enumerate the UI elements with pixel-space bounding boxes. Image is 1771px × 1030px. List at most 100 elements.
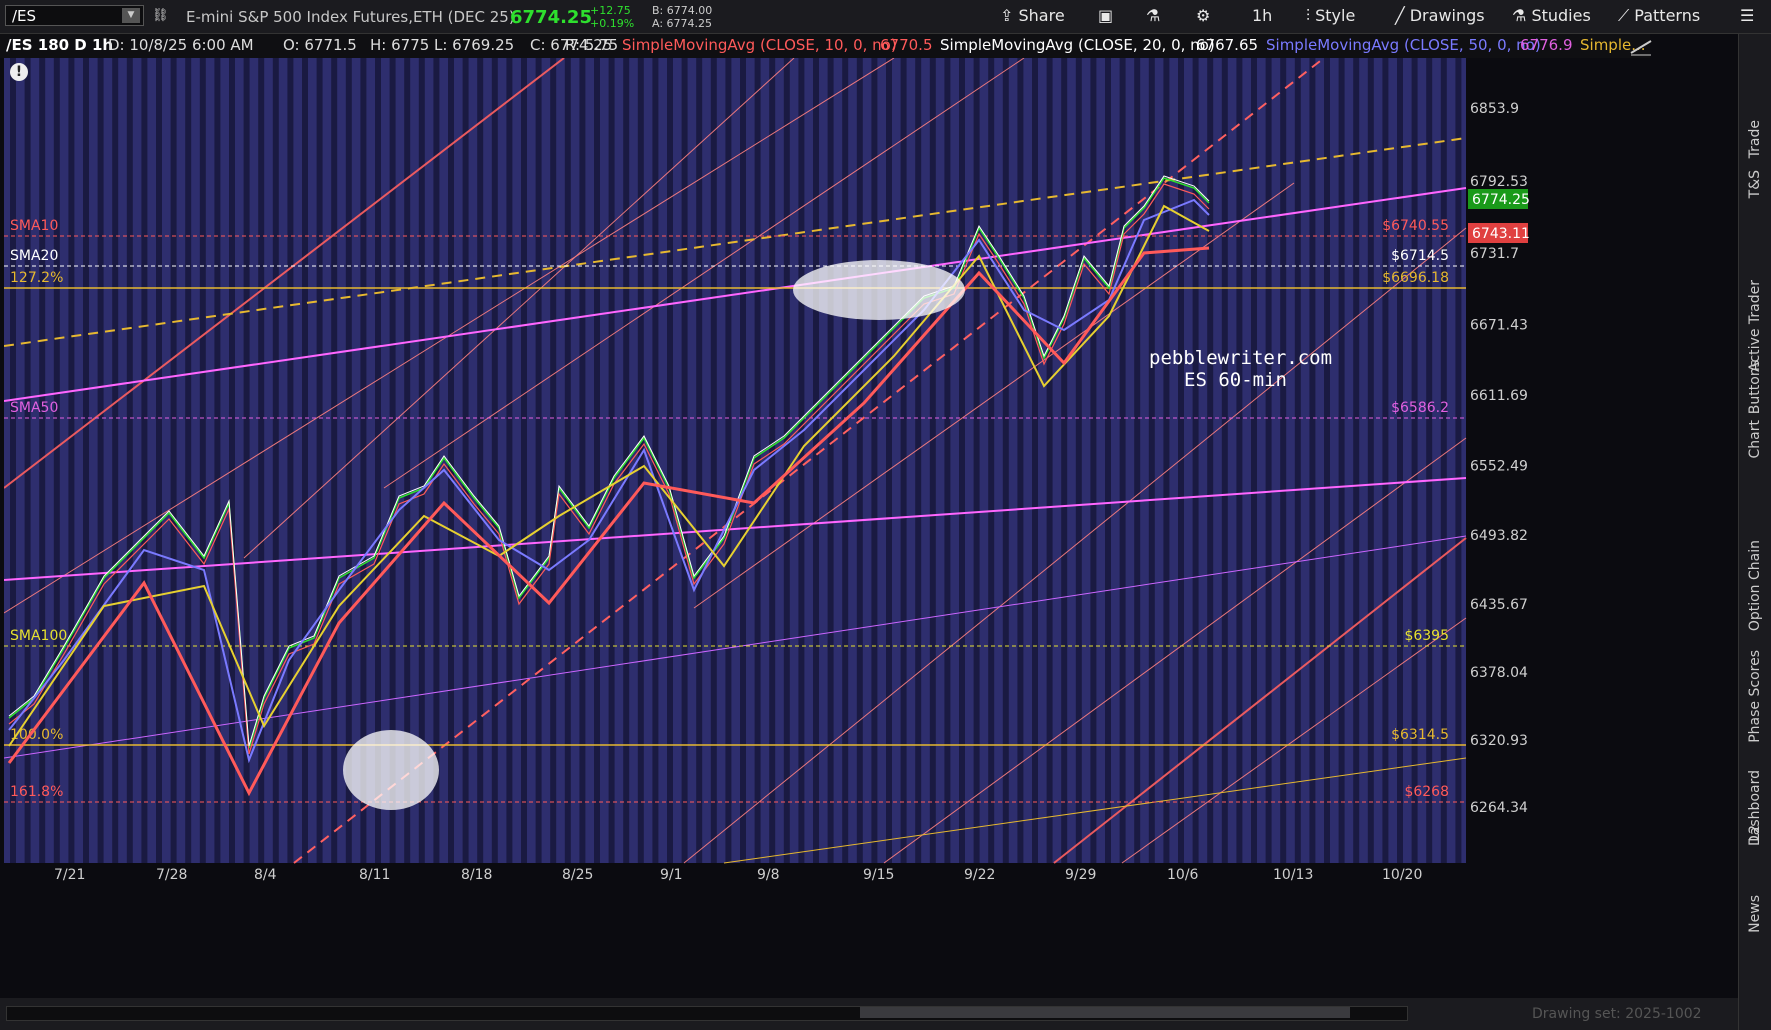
session-stripe [594,58,600,863]
link-icon[interactable]: ⛓ [152,8,169,23]
price-axis-label: 6552.49 [1470,458,1528,474]
share-button[interactable]: ⇪ Share [1000,6,1065,25]
session-stripe [988,58,995,863]
session-stripe [550,58,557,863]
snapshot-icon[interactable]: ▣ [1098,6,1113,25]
chart-canvas[interactable]: 6853.9 6792.53 6731.7 6671.43 6611.69 6552.49… [3,57,1657,975]
top-toolbar: /ES ▼ ⛓ E-mini S&P 500 Index Futures,ETH… [0,0,1771,34]
drawings-button[interactable]: ╱ Drawings [1395,6,1485,25]
red-price-tag-text: 6743.11 [1472,226,1530,242]
sma20-legend[interactable]: SimpleMovingAvg (CLOSE, 20, 0, no) [940,36,1215,54]
price-axis-label: 6792.53 [1470,174,1528,190]
session-stripe [871,58,878,863]
date-axis-label: 8/4 [254,867,277,883]
session-stripe [112,58,119,863]
session-stripe [1221,58,1228,863]
date-axis-bg [4,863,1466,883]
level-value: $6696.18 [1382,270,1449,286]
sidebar-tab-chart[interactable]: Chart [1739,364,1771,458]
session-stripe [506,58,513,863]
flask-icon: ⚗ [1512,6,1527,25]
right-sidebar: Trade T&S Active Trader Buttons Chart Option … [1738,34,1771,1030]
patterns-icon: ⟋ [1618,6,1630,25]
sidebar-tab-option-chain[interactable]: Option Chain [1739,424,1771,631]
session-stripe [97,58,104,863]
session-stripe [1294,58,1301,863]
gear-icon[interactable]: ⚙ [1196,6,1210,25]
highlight-ellipse [343,730,439,810]
menu-icon[interactable]: ☰ [1740,6,1754,25]
flask-icon[interactable]: ⚗ [1146,6,1160,25]
session-stripe [156,58,162,863]
session-stripe [1455,58,1462,863]
session-stripe [886,58,892,863]
bid-price: B: 6774.00 [652,4,713,17]
level-label: 161.8% [10,784,63,800]
chart-id: /ES 180 D 1h [6,36,114,54]
price-axis-label: 6611.69 [1470,388,1528,404]
style-button[interactable]: ⫶ Style [1306,6,1355,26]
share-icon: ⇪ [1000,6,1014,25]
price-axis-label: 6378.04 [1470,665,1528,681]
scrollbar-thumb[interactable] [860,1007,1350,1018]
level-label: SMA20 [10,248,58,264]
session-stripe [433,58,440,863]
drawing-tool-icon[interactable] [1628,35,1654,57]
price-axis-label: 6853.9 [1470,101,1519,117]
sidebar-tab-buttons[interactable]: Buttons [1739,284,1771,414]
session-stripe [83,58,89,863]
sidebar-tab-t-s[interactable]: T&S [1739,124,1771,198]
patterns-button[interactable]: ⟋ Patterns [1618,6,1700,26]
timeframe-button[interactable]: 1h [1252,6,1272,25]
level-value: $6586.2 [1391,400,1449,416]
bar-open: O: 6771.5 [283,36,357,54]
session-stripe [608,58,615,863]
session-stripe [1338,58,1345,863]
sma50-legend[interactable]: SimpleMovingAvg (CLOSE, 50, 0, no) [1266,36,1541,54]
session-stripe [535,58,542,863]
date-axis-label: 9/22 [964,867,995,883]
drawing-set-label: Drawing set: 2025-1002 [1532,1006,1702,1022]
level-label: SMA10 [10,218,58,234]
session-stripe [769,58,776,863]
studies-button[interactable]: ⚗ Studies [1512,6,1591,25]
session-stripe [141,58,148,863]
session-stripe [1251,58,1257,863]
session-stripe [944,58,951,863]
session-stripe [477,58,484,863]
sidebar-tab-active-trader[interactable]: Active Trader [1739,174,1771,372]
session-stripe [725,58,732,863]
sma10-legend[interactable]: SimpleMovingAvg (CLOSE, 10, 0, no) [622,36,897,54]
sidebar-tab-phase-scores[interactable]: Phase Scores [1739,544,1771,743]
date-axis-label: 7/28 [156,867,187,883]
price-chart[interactable]: 6853.9 6792.53 6731.7 6671.43 6611.69 6552.49… [3,57,1657,975]
sidebar-tab-news[interactable]: News [1739,829,1771,933]
date-axis-label: 9/29 [1065,867,1096,883]
bar-range: R: 5.75 [565,36,619,54]
symbol-dropdown-icon[interactable]: ▼ [122,8,140,23]
session-stripe [1090,58,1097,863]
date-axis-label: 8/18 [461,867,492,883]
session-stripe [783,58,790,863]
sma10-value: 6770.5 [880,36,933,54]
session-stripe [959,58,965,863]
session-stripe [170,58,177,863]
date-axis-label: 10/6 [1167,867,1199,883]
sidebar-tab-dashboard[interactable]: Dashboard [1739,654,1771,846]
last-price: 6774.25 [510,7,592,28]
session-stripe [287,58,294,863]
session-stripe [1309,58,1316,863]
sidebar-tab-l2[interactable]: L2 [1739,774,1771,842]
alert-icon[interactable]: ! [10,63,28,81]
session-stripe [1280,58,1287,863]
session-stripe [185,58,192,863]
sma20-value: 6767.65 [1196,36,1259,54]
date-axis-label: 7/21 [54,867,85,883]
sidebar-tab-trade[interactable]: Trade [1739,64,1771,158]
level-value: $6268 [1404,784,1449,800]
level-value: $6395 [1404,628,1449,644]
date-axis-label: 9/1 [660,867,683,883]
session-stripe [1367,58,1374,863]
session-stripe [667,58,673,863]
session-stripe [1382,58,1389,863]
